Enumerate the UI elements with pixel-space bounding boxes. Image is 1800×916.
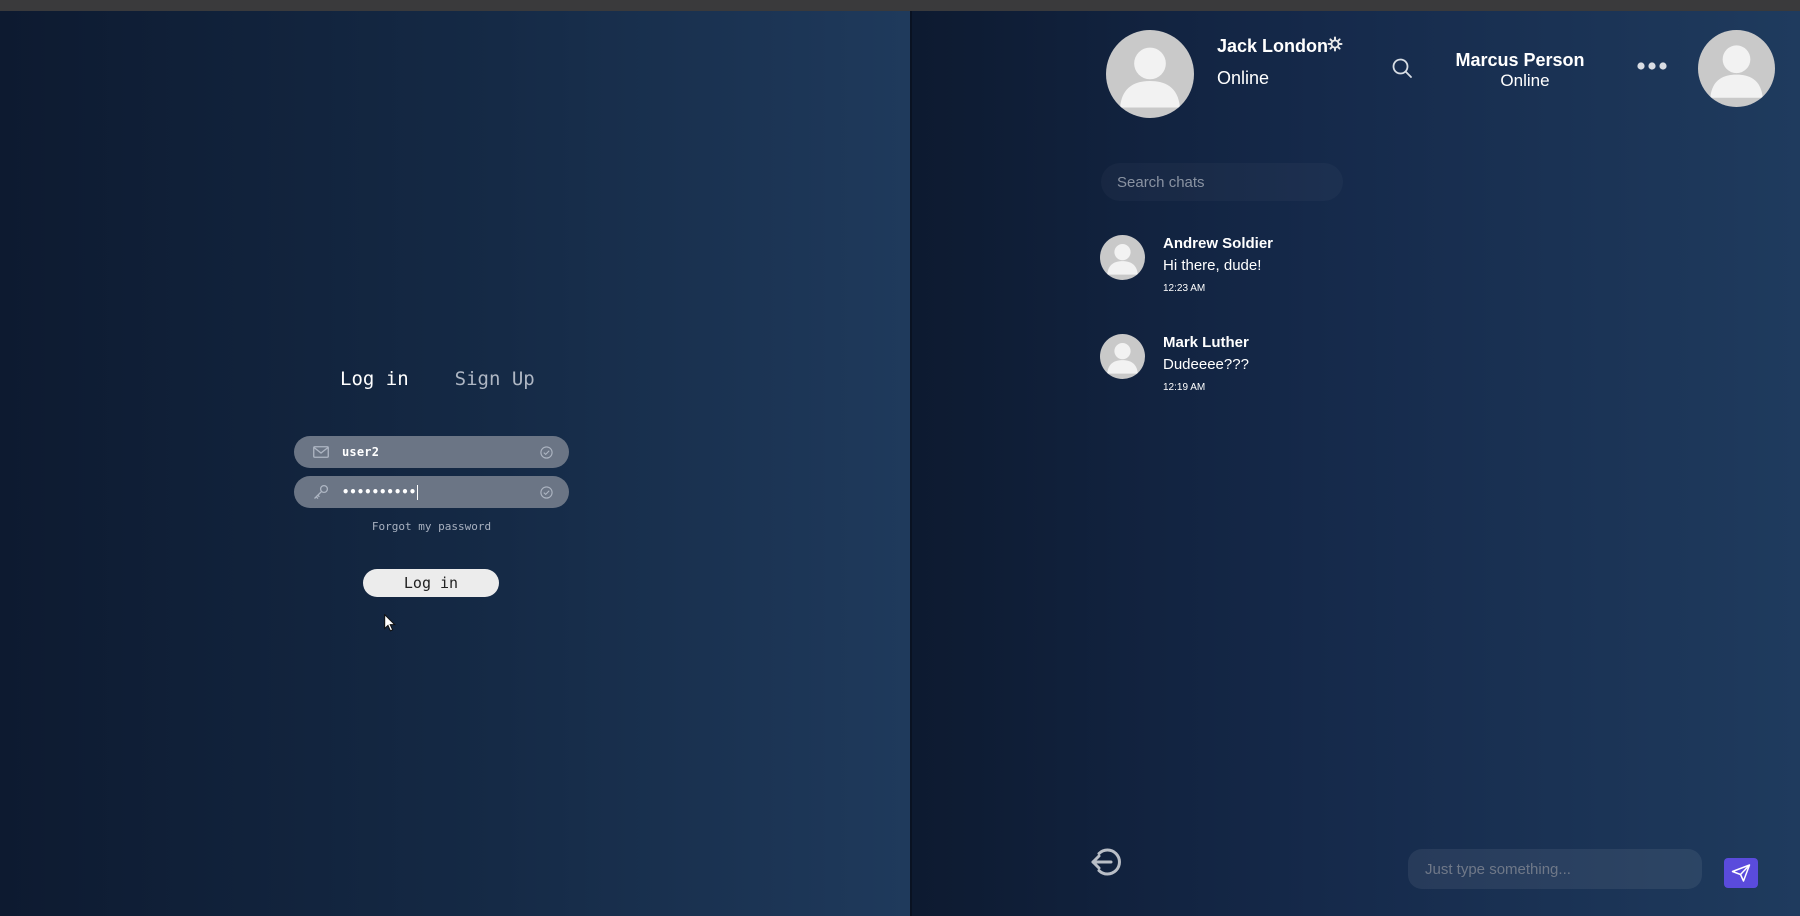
auth-tabs: Log in Sign Up [340, 368, 535, 390]
conversation-avatar [1100, 334, 1145, 379]
active-contact-avatar[interactable] [1698, 30, 1775, 107]
send-button[interactable] [1724, 858, 1758, 888]
forgot-password-link[interactable]: Forgot my password [294, 520, 569, 533]
conversation-name: Andrew Soldier [1163, 235, 1274, 252]
password-value: •••••••••• [342, 484, 417, 499]
chat-pane [912, 11, 1800, 916]
logout-icon[interactable] [1088, 842, 1128, 882]
active-contact-name: Marcus Person [1455, 50, 1585, 70]
tab-login[interactable]: Log in [340, 368, 409, 390]
user-avatar-icon [1710, 45, 1763, 98]
text-caret [417, 484, 419, 500]
mail-icon [312, 443, 330, 461]
conversation-item[interactable]: Mark Luther Dudeeee??? 12:19 AM [1100, 334, 1400, 404]
cursor-pointer-icon [384, 613, 396, 637]
current-user-avatar[interactable] [1106, 30, 1194, 118]
conversation-avatar [1100, 235, 1145, 280]
username-field[interactable]: user2 [294, 436, 569, 468]
message-input[interactable] [1408, 849, 1702, 889]
conversation-name: Mark Luther [1163, 334, 1249, 351]
password-field[interactable]: •••••••••• [294, 476, 569, 508]
conversation-time: 12:19 AM [1163, 382, 1206, 393]
conversation-time: 12:23 AM [1163, 283, 1206, 294]
active-contact-status: Online [1500, 71, 1550, 90]
conversation-item[interactable]: Andrew Soldier Hi there, dude! 12:23 AM [1100, 235, 1400, 305]
window-top-strip [0, 0, 1800, 11]
check-circle-icon [537, 443, 555, 461]
search-chats-input[interactable] [1101, 163, 1343, 201]
username-value: user2 [342, 445, 380, 459]
user-avatar-icon [1107, 244, 1138, 275]
current-user-status: Online [1217, 68, 1270, 88]
conversation-last-message: Hi there, dude! [1163, 257, 1262, 274]
conversation-last-message: Dudeeee??? [1163, 356, 1249, 373]
login-button[interactable]: Log in [363, 569, 499, 597]
more-dots-icon[interactable] [1636, 59, 1668, 71]
tab-signup[interactable]: Sign Up [455, 368, 535, 390]
user-avatar-icon [1107, 343, 1138, 374]
current-user-name: Jack London [1217, 36, 1329, 56]
key-icon [312, 483, 330, 501]
user-avatar-icon [1120, 47, 1180, 108]
gear-icon[interactable] [1327, 36, 1343, 52]
check-circle-icon [537, 483, 555, 501]
search-icon[interactable] [1391, 57, 1413, 79]
send-icon [1731, 864, 1751, 882]
